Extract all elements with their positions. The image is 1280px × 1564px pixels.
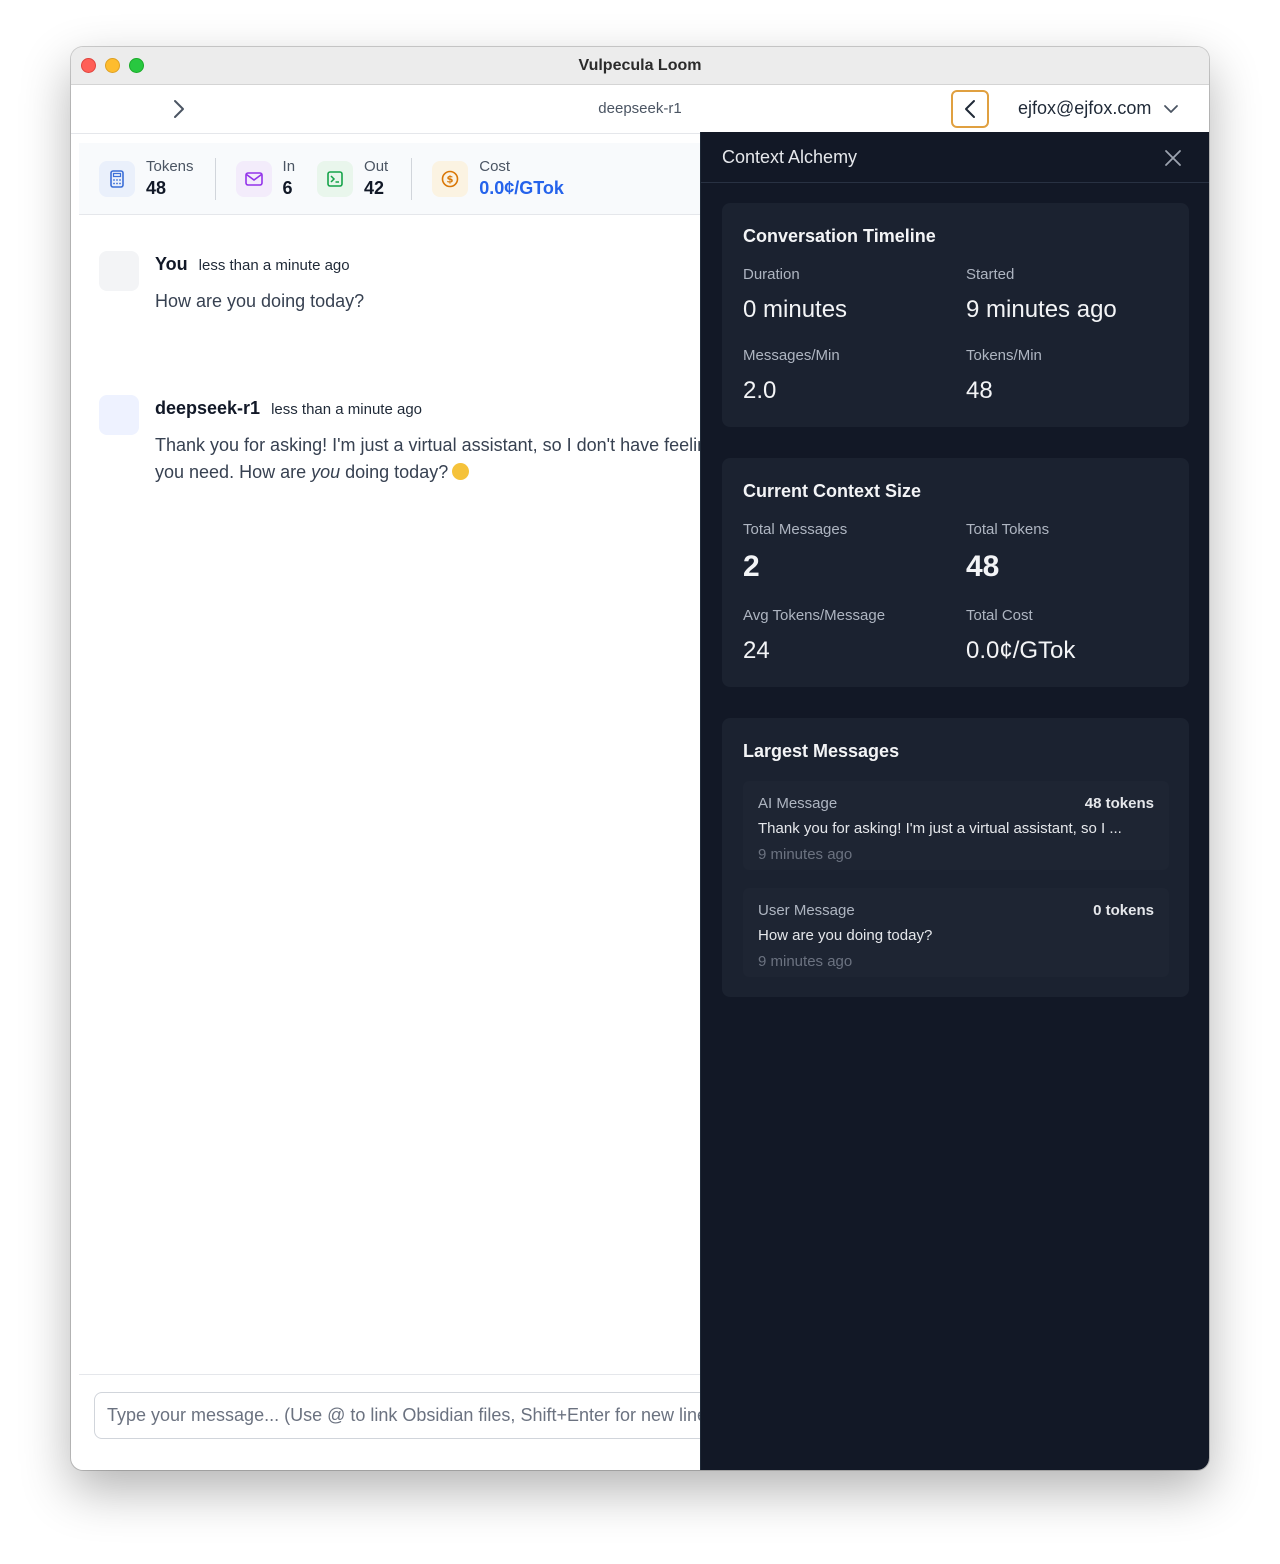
stat-tokens: Tokens 48 [99,143,194,214]
message-preview: Thank you for asking! I'm just a virtual… [758,820,1122,837]
divider [411,157,413,200]
message-time: less than a minute ago [271,401,423,418]
window-title: Vulpecula Loom [578,56,702,74]
stat-out-value: 42 [364,178,385,198]
message-author: deepseek-r1 [155,398,261,418]
largest-message-item[interactable]: AI Message 48 tokens Thank you for askin… [743,781,1169,870]
calculator-icon [99,160,135,197]
stat-cost-value: 0.0¢/GTok [479,178,564,198]
close-icon [1165,150,1181,166]
stat-in-value: 6 [282,178,293,198]
panel-title: Context Alchemy [722,147,858,167]
tokens-per-min-stat: Tokens/Min 48 [966,347,1042,404]
app-window: Vulpecula Loom deepseek-r1 ejfox@ejfox.c… [71,47,1209,1470]
message-input[interactable] [94,1392,734,1439]
avatar [99,251,139,291]
composer-area [79,1374,734,1470]
message-preview: How are you doing today? [758,927,933,944]
terminal-icon [317,160,354,197]
smile-emoji-icon [452,463,470,480]
message-tokens: 48 tokens [1084,795,1154,812]
stat-in-label: In [282,158,296,175]
message-time: 9 minutes ago [758,846,853,863]
message-tokens: 0 tokens [1093,902,1154,919]
total-cost-stat: Total Cost 0.0¢/GTok [966,607,1076,664]
message-list: You less than a minute ago How are you d… [71,215,701,1365]
stat-out-label: Out [364,158,389,175]
started-stat: Started 9 minutes ago [966,266,1117,323]
top-bar: deepseek-r1 ejfox@ejfox.com [71,85,1209,134]
chevron-left-icon [965,100,975,118]
user-menu[interactable]: ejfox@ejfox.com [1018,98,1179,119]
total-messages-stat: Total Messages 2 [743,521,848,583]
svg-text:$: $ [447,174,454,185]
zoom-window-button[interactable] [129,58,144,73]
current-context-size-card: Current Context Size Total Messages 2 To… [722,458,1189,687]
message-type: AI Message [758,795,838,812]
total-tokens-stat: Total Tokens 48 [966,521,1050,583]
message-text: Thank you for asking! I'm just a virtual… [155,432,701,486]
chevron-down-icon [1164,104,1179,113]
stat-tokens-value: 48 [146,178,167,198]
panel-header: Context Alchemy [701,132,1209,183]
message-time: less than a minute ago [198,257,350,274]
card-title: Current Context Size [743,481,922,501]
window-controls [81,58,144,73]
stat-cost: $ Cost 0.0¢/GTok [432,143,564,214]
coin-icon: $ [432,160,469,197]
stat-out: Out 42 [317,143,388,214]
envelope-icon [235,160,272,197]
conversation-timeline-card: Conversation Timeline Duration 0 minutes… [722,203,1189,427]
card-title: Largest Messages [743,741,900,761]
context-alchemy-panel: Context Alchemy Conversation Timeline Du… [700,132,1209,1470]
close-window-button[interactable] [81,58,96,73]
message-line: you need. How are you doing today? [155,459,701,486]
stat-tokens-label: Tokens [146,158,194,175]
message-type: User Message [758,902,855,919]
avatar [99,395,139,435]
message-text: How are you doing today? [155,291,365,311]
message-assistant: deepseek-r1 less than a minute ago Thank… [99,395,701,515]
duration-stat: Duration 0 minutes [743,266,848,323]
close-panel-button[interactable] [1161,146,1185,170]
minimize-window-button[interactable] [105,58,120,73]
user-email: ejfox@ejfox.com [1018,98,1152,118]
token-stats-bar: Tokens 48 In 6 Out 42 $ Cost 0.0¢/GTok [79,143,709,215]
divider [214,157,216,200]
message-line: Thank you for asking! I'm just a virtual… [155,435,701,455]
messages-per-min-stat: Messages/Min 2.0 [743,347,840,404]
message-author: You [155,254,188,274]
title-bar: Vulpecula Loom [71,47,1209,85]
avg-tokens-stat: Avg Tokens/Message 24 [743,607,886,664]
stat-in: In 6 [235,143,296,214]
stat-cost-label: Cost [479,158,511,175]
message-time: 9 minutes ago [758,953,853,970]
largest-messages-card: Largest Messages AI Message 48 tokens Th… [722,718,1189,997]
toggle-context-panel-button[interactable] [951,90,989,128]
card-title: Conversation Timeline [743,226,936,246]
message-user: You less than a minute ago How are you d… [99,251,701,361]
largest-message-item[interactable]: User Message 0 tokens How are you doing … [743,888,1169,977]
